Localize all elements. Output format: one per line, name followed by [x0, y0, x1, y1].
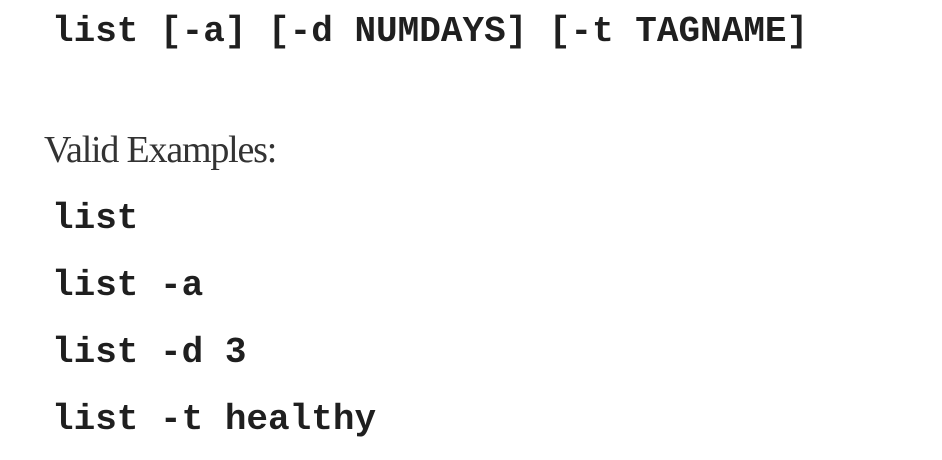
usage-syntax: list [-a] [-d NUMDAYS] [-t TAGNAME] — [52, 11, 809, 52]
document: list [-a] [-d NUMDAYS] [-t TAGNAME] Vali… — [0, 0, 942, 460]
example-command: list -t healthy — [52, 399, 377, 440]
example-command: list -d 3 — [52, 332, 247, 373]
example-command: list — [52, 198, 139, 239]
example-command: list -a — [52, 265, 204, 306]
examples-heading: Valid Examples: — [44, 129, 277, 171]
